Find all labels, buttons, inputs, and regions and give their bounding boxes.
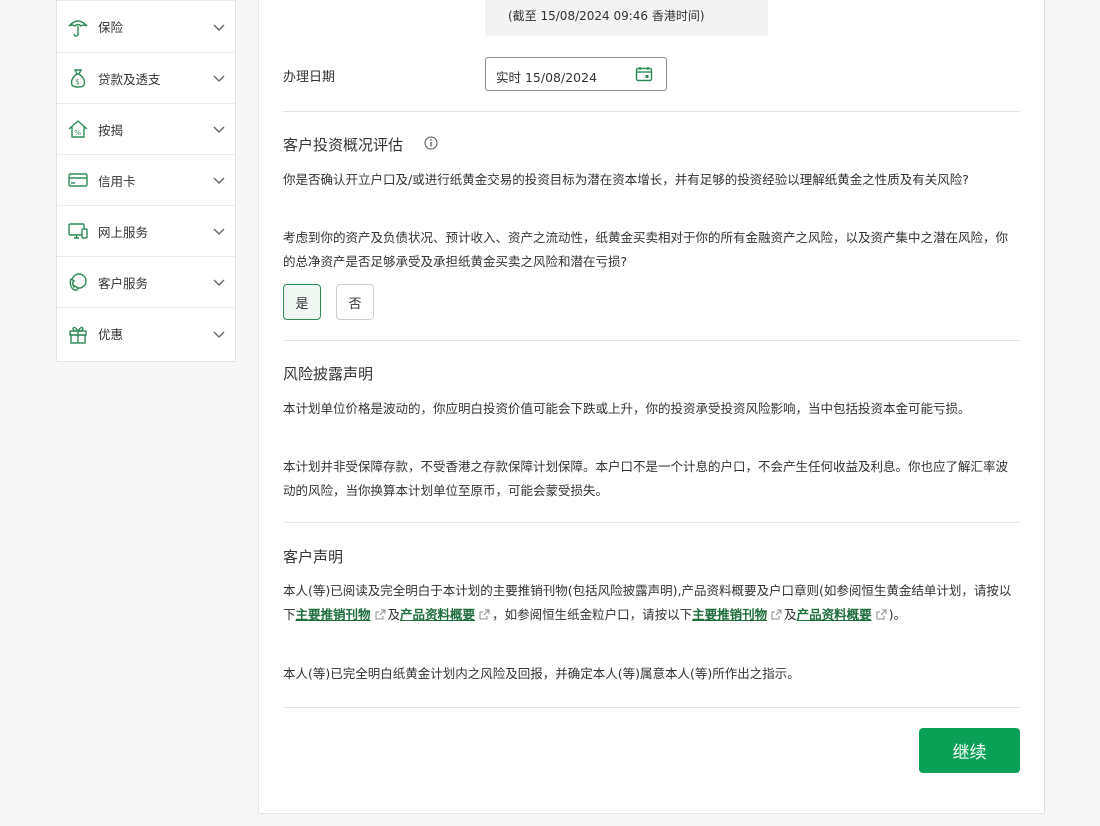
svg-text:%: % <box>74 129 81 137</box>
gift-icon <box>67 323 89 345</box>
rate-timestamp: (截至 15/08/2024 09:46 香港时间) <box>508 9 705 23</box>
sidebar-item-insurance[interactable]: 保险 <box>57 0 235 53</box>
declaration-title: 客户声明 <box>283 548 344 566</box>
calendar-icon[interactable] <box>635 66 653 82</box>
sidebar-item-mortgage[interactable]: % 按揭 <box>57 104 235 155</box>
risk-paragraph-2: 本计划并非受保障存款，不受香港之存款保障计划保障。本户口不是一个计息的户口，不会… <box>283 459 1009 498</box>
chevron-down-icon <box>213 331 225 338</box>
external-link-icon <box>771 609 782 620</box>
risk-paragraph-1: 本计划单位价格是波动的，你应明白投资价值可能会下跌或上升，你的投资承受投资风险影… <box>283 401 971 416</box>
sidebar-item-label: 信用卡 <box>98 173 136 189</box>
sidebar-item-offers[interactable]: 优惠 <box>57 308 235 359</box>
declaration-paragraph-2: 本人(等)已完全明白纸黄金计划内之风险及回报，并确定本人(等)属意本人(等)所作… <box>283 666 800 681</box>
declaration-text: 及 <box>784 607 797 622</box>
phone-service-icon <box>67 271 89 293</box>
section-divider <box>283 340 1020 341</box>
declaration-text: ，如参阅恒生纸金粒户口，请按以下 <box>492 607 693 622</box>
no-button[interactable]: 否 <box>336 284 374 320</box>
sidebar-item-label: 优惠 <box>98 327 124 342</box>
transaction-date-field[interactable]: 实时 15/08/2024 <box>485 57 667 91</box>
transaction-date-value: 实时 15/08/2024 <box>496 70 598 85</box>
risk-disclosure-title: 风险披露声明 <box>283 365 374 383</box>
chevron-down-icon <box>213 228 225 235</box>
product-key-facts-link[interactable]: 产品资料概要 <box>400 607 475 622</box>
section-divider <box>283 522 1020 523</box>
sidebar-item-customer-service[interactable]: 客户服务 <box>57 257 235 308</box>
credit-card-icon <box>67 169 89 191</box>
yes-button[interactable]: 是 <box>283 284 321 320</box>
external-link-icon <box>876 609 887 620</box>
transaction-date-label: 办理日期 <box>283 70 336 85</box>
umbrella-icon <box>67 16 89 38</box>
external-link-icon <box>375 609 386 620</box>
chevron-down-icon <box>213 279 225 286</box>
sidebar-item-credit-card[interactable]: 信用卡 <box>57 155 235 206</box>
declaration-text: )。 <box>888 607 907 622</box>
sidebar-item-label: 客户服务 <box>98 275 149 291</box>
external-link-icon <box>479 609 490 620</box>
main-marketing-link-2[interactable]: 主要推销刊物 <box>692 607 767 622</box>
main-marketing-link[interactable]: 主要推销刊物 <box>296 607 371 622</box>
declaration-paragraph-1: 本人(等)已阅读及完全明白于本计划的主要推销刊物(包括风险披露声明),产品资料概… <box>283 579 1018 627</box>
sidebar-item-label: 按揭 <box>98 122 124 138</box>
sidebar-item-label: 网上服务 <box>98 224 149 240</box>
chevron-down-icon <box>213 177 225 184</box>
assessment-question-2: 考虑到你的资产及负债状况、预计收入、资产之流动性，纸黄金买卖相对于你的所有金融资… <box>283 230 1009 269</box>
continue-button[interactable]: 继续 <box>919 728 1020 773</box>
section-divider <box>283 707 1020 708</box>
money-bag-icon: $ <box>67 67 89 89</box>
section-divider <box>283 111 1020 112</box>
declaration-text: 及 <box>387 607 401 622</box>
sidebar-item-loans[interactable]: $ 贷款及透支 <box>57 53 235 104</box>
product-key-facts-link-2[interactable]: 产品资料概要 <box>797 607 872 622</box>
sidebar-item-online-services[interactable]: 网上服务 <box>57 206 235 257</box>
assessment-title: 客户投资概况评估 <box>283 136 404 154</box>
assessment-question-1: 你是否确认开立户口及/或进行纸黄金交易的投资目标为潜在资本增长，并有足够的投资经… <box>283 172 969 187</box>
sidebar-item-label: 贷款及透支 <box>98 71 161 87</box>
chevron-down-icon <box>213 126 225 133</box>
chevron-down-icon <box>213 75 225 82</box>
computer-icon <box>67 220 89 242</box>
info-icon[interactable] <box>424 136 438 150</box>
sidebar-item-label: 保险 <box>98 20 124 35</box>
svg-text:$: $ <box>75 78 79 86</box>
sidebar: 保险 $ 贷款及透支 % 按揭 信用卡 网上服务 客户服务 优惠 <box>56 0 236 362</box>
chevron-down-icon <box>213 24 225 31</box>
house-percent-icon: % <box>67 118 89 140</box>
